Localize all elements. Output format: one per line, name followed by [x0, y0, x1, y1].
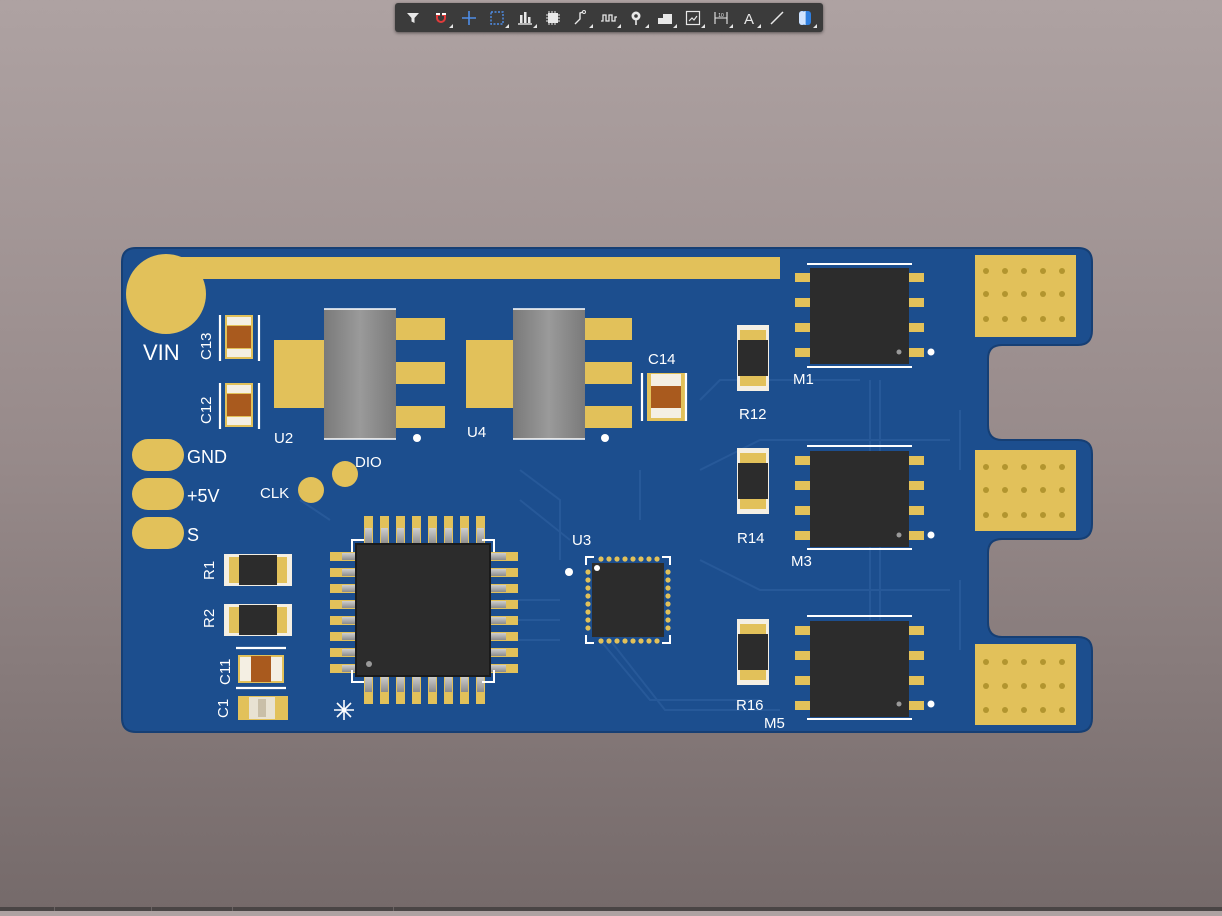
resistor-r14[interactable]	[737, 448, 769, 514]
dio-label: DIO	[355, 454, 382, 471]
vin-trace	[160, 257, 780, 279]
mcu-qfp[interactable]	[330, 516, 518, 704]
resistor-r1[interactable]	[224, 554, 292, 586]
vin-label: VIN	[143, 340, 180, 365]
bottom-panel-edge	[0, 907, 1222, 911]
designator-r2: R2	[201, 609, 218, 628]
gnd-label: GND	[187, 447, 227, 467]
resistor-r2[interactable]	[224, 604, 292, 636]
testpoint-clk[interactable]	[298, 477, 324, 503]
designator-m5: M5	[764, 715, 785, 732]
designator-c13: C13	[198, 332, 215, 360]
designator-c12: C12	[198, 396, 215, 424]
pad-5v[interactable]	[132, 478, 184, 510]
designator-r12: R12	[739, 406, 767, 423]
designator-m3: M3	[791, 553, 812, 570]
designator-u4: U4	[467, 424, 486, 441]
pad-gnd[interactable]	[132, 439, 184, 471]
designator-u3: U3	[572, 532, 591, 549]
designator-r16: R16	[736, 697, 764, 714]
designator-r1: R1	[201, 561, 218, 580]
asterisk-marker	[334, 700, 354, 720]
designator-c11: C11	[217, 659, 234, 685]
capacitor-c14[interactable]	[640, 373, 688, 421]
s-label: S	[187, 525, 199, 545]
output-pad-2[interactable]	[975, 450, 1076, 531]
capacitor-c1[interactable]	[238, 696, 288, 720]
resistor-r12[interactable]	[737, 325, 769, 391]
designator-c14: C14	[648, 351, 676, 368]
output-pad-3[interactable]	[975, 644, 1076, 725]
output-pad-1[interactable]	[975, 255, 1076, 337]
resistor-r16[interactable]	[737, 619, 769, 685]
designator-u2: U2	[274, 430, 293, 447]
designator-r14: R14	[737, 530, 765, 547]
pcb-3d-viewport[interactable]: VIN C13 C12 U2 U4 C14 GND +5V S CLK DIO …	[0, 0, 1222, 911]
clk-label: CLK	[260, 485, 289, 502]
vin-pad[interactable]	[126, 254, 206, 334]
pad-s[interactable]	[132, 517, 184, 549]
5v-label: +5V	[187, 486, 220, 506]
designator-m1: M1	[793, 371, 814, 388]
designator-c1: C1	[215, 699, 232, 718]
